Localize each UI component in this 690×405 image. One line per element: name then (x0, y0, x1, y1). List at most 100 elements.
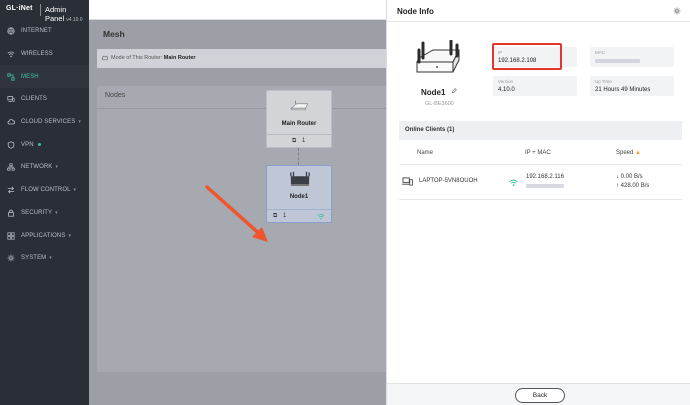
sidebar: GL·iNet Admin Panel v4.10.0 INTERNET WIRE… (0, 0, 89, 405)
online-clients-header: Online Clients (1) (399, 121, 682, 140)
main-router-card[interactable]: Main Router ⧉ 1 (266, 90, 332, 148)
sidebar-item-label: SYSTEM (21, 255, 47, 262)
sidebar-item-label: CLIENTS (21, 96, 48, 103)
client-name: LAPTOP-5VN8OUOH (419, 178, 478, 184)
router-mode-bar: Mode of This Router: Main Router (97, 49, 386, 68)
sidebar-item-flow-control[interactable]: FLOW CONTROL ▾ (0, 179, 89, 202)
sidebar-item-internet[interactable]: INTERNET (0, 20, 89, 43)
column-speed-label: Speed (616, 150, 634, 156)
download-speed-value: 0.00 B/s (620, 174, 643, 180)
sidebar-item-label: WIRELESS (21, 51, 53, 58)
sidebar-item-label: SECURITY (21, 209, 53, 216)
client-mac-redacted (526, 184, 564, 188)
router-mode-text: Mode of This Router: Main Router (111, 55, 196, 61)
node-model: GL-BE3600 (425, 101, 454, 107)
wifi-signal-icon (317, 214, 325, 220)
sidebar-item-cloud-services[interactable]: CLOUD SERVICES ▾ (0, 111, 89, 134)
router-icon (290, 171, 310, 186)
devices-icon: ⧉ (292, 138, 297, 144)
panel-footer: Back (387, 383, 690, 405)
nodes-heading: Nodes (105, 92, 126, 99)
main-router-client-count: 1 (302, 138, 306, 144)
chevron-down-icon: ▾ (55, 164, 58, 171)
sidebar-item-label: VPN (21, 141, 34, 148)
title-divider (40, 4, 41, 16)
mode-label: Mode of This Router: (111, 55, 163, 61)
chevron-down-icon: ▾ (73, 187, 77, 194)
nodes-divider (97, 108, 386, 109)
version-value: 4.10.0 (498, 87, 515, 93)
logo: GL·iNet (6, 5, 33, 12)
sidebar-item-system[interactable]: SYSTEM ▾ (0, 247, 89, 270)
annotation-arrow (205, 185, 268, 242)
flow-icon (6, 186, 15, 195)
sidebar-item-wireless[interactable]: WIRELESS (0, 43, 89, 66)
vpn-status-dot (37, 143, 41, 147)
back-button[interactable]: Back (515, 388, 565, 403)
download-speed: ↓ 0.00 B/s (616, 174, 643, 180)
arrow-down-icon: ↓ (616, 174, 619, 180)
panel-title: Node Info (397, 7, 434, 16)
vpn-icon (6, 140, 15, 149)
column-ip-mac: IP + MAC (525, 150, 551, 156)
sidebar-item-network[interactable]: NETWORK ▾ (0, 156, 89, 179)
mesh-header: Mesh (89, 20, 386, 46)
sidebar-item-label: INTERNET (21, 28, 52, 35)
uptime-label: Up Time (595, 79, 612, 84)
uptime-value: 21 Hours 49 Minutes (595, 87, 651, 93)
wifi-icon (509, 179, 518, 187)
mac-value-redacted (595, 59, 640, 63)
version-label: Version (498, 79, 514, 84)
node-name: Node1 (421, 88, 446, 97)
router-icon (290, 100, 309, 111)
table-row[interactable]: LAPTOP-5VN8OUOH 192.168.2.116 ↓ 0.00 B/s… (399, 166, 682, 199)
laptop-icon (402, 177, 413, 186)
router-mode-icon (102, 55, 108, 61)
sidebar-item-vpn[interactable]: VPN (0, 133, 89, 156)
table-header-divider (399, 164, 682, 165)
warning-icon: ▲ (635, 150, 641, 156)
mesh-connector-line (298, 148, 299, 165)
upload-speed-value: 428.00 B/s (620, 183, 650, 189)
gear-icon (6, 254, 15, 263)
globe-icon (6, 27, 15, 36)
chevron-down-icon: ▾ (55, 209, 58, 216)
node1-footer: ⧉ 1 (267, 209, 331, 222)
apps-icon (6, 231, 15, 240)
sidebar-item-label: CLOUD SERVICES (21, 119, 76, 126)
main-router-name: Main Router (281, 121, 317, 127)
client-ip: 192.168.2.116 (526, 174, 564, 180)
edit-icon[interactable] (451, 88, 457, 94)
chevron-down-icon: ▾ (78, 119, 81, 126)
sidebar-item-mesh[interactable]: MESH (0, 65, 89, 89)
arrow-up-icon: ↑ (616, 183, 619, 189)
mode-value: Main Router (163, 55, 196, 61)
ip-highlight-box (492, 43, 562, 70)
shield-icon (6, 208, 15, 217)
sidebar-item-label: NETWORK (21, 164, 53, 171)
column-name: Name (417, 150, 434, 156)
sidebar-item-label: MESH (21, 73, 39, 80)
mac-label: MAC (595, 50, 605, 55)
router-image (416, 40, 460, 73)
network-icon (6, 163, 15, 172)
online-clients-title: Online Clients (1) (405, 127, 455, 133)
panel-header: Node Info (387, 0, 690, 22)
version-info-box: Version 4.10.0 (493, 76, 577, 96)
node1-name: Node1 (289, 194, 309, 200)
mesh-icon (6, 72, 15, 81)
sidebar-nav: INTERNET WIRELESS MESH CLIENTS CLOUD SER… (0, 20, 89, 270)
mac-info-box: MAC (590, 47, 674, 67)
sidebar-item-label: APPLICATIONS (21, 232, 66, 239)
node1-card[interactable]: Node1 ⧉ 1 (266, 165, 332, 223)
upload-speed: ↑ 428.00 B/s (616, 183, 649, 189)
wifi-icon (6, 50, 15, 59)
table-row-divider (399, 199, 682, 200)
uptime-info-box: Up Time 21 Hours 49 Minutes (590, 76, 674, 96)
sidebar-item-applications[interactable]: APPLICATIONS ▾ (0, 224, 89, 247)
devices-icon (6, 95, 15, 104)
node1-client-count: 1 (283, 213, 287, 219)
sidebar-item-clients[interactable]: CLIENTS (0, 88, 89, 111)
sidebar-item-security[interactable]: SECURITY ▾ (0, 202, 89, 225)
gear-icon[interactable] (673, 7, 681, 15)
